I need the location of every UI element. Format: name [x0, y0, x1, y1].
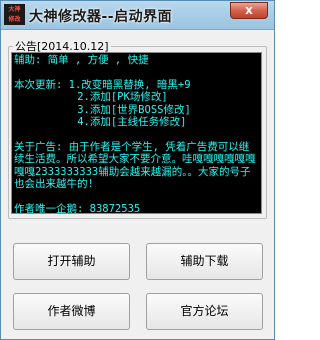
announcement-blank-line — [14, 190, 259, 202]
announcement-line: 2.添加[PK场修改] — [14, 91, 168, 104]
window-title: 大神修改器--启动界面 — [29, 9, 173, 25]
announcement-line: 本次更新: 1.改变暗黑替换, 暗黑+9 — [14, 78, 191, 91]
app-logo-icon: 大神 修改 — [4, 4, 25, 25]
download-helper-button[interactable]: 辅助下载 — [146, 243, 263, 280]
title-bar[interactable]: 大神 修改 大神修改器--启动界面 x — [1, 1, 274, 30]
close-icon: x — [245, 3, 253, 17]
announcement-blank-line — [14, 66, 259, 78]
launcher-window: 大神 修改 大神修改器--启动界面 x 公告[2014.10.12] 辅助: 简… — [0, 0, 275, 340]
announcement-ad-text: 关于广告: 由于作者是个学生, 凭着广告费可以继续生活费。所以希望大家不要介意。… — [14, 140, 256, 190]
open-helper-button[interactable]: 打开辅助 — [13, 243, 130, 280]
author-weibo-button[interactable]: 作者微博 — [13, 293, 130, 330]
announcement-text-box[interactable]: 辅助: 简单 , 方便 , 快捷 本次更新: 1.改变暗黑替换, 暗黑+9 2.… — [11, 52, 262, 214]
author-contact: 作者唯一企鹅: 83872535 — [14, 202, 141, 214]
announcement-blank-line — [14, 128, 259, 140]
announcement-line: 辅助: 简单 , 方便 , 快捷 — [14, 54, 149, 66]
logo-text-line2: 修改 — [8, 16, 21, 23]
announcement-line: 3.添加[世界BOSS修改] — [14, 103, 191, 116]
close-button[interactable]: x — [230, 2, 268, 19]
official-forum-button[interactable]: 官方论坛 — [146, 293, 263, 330]
announcement-line: 4.添加[主线任务修改] — [14, 115, 187, 128]
logo-text-line1: 大神 — [8, 6, 21, 13]
